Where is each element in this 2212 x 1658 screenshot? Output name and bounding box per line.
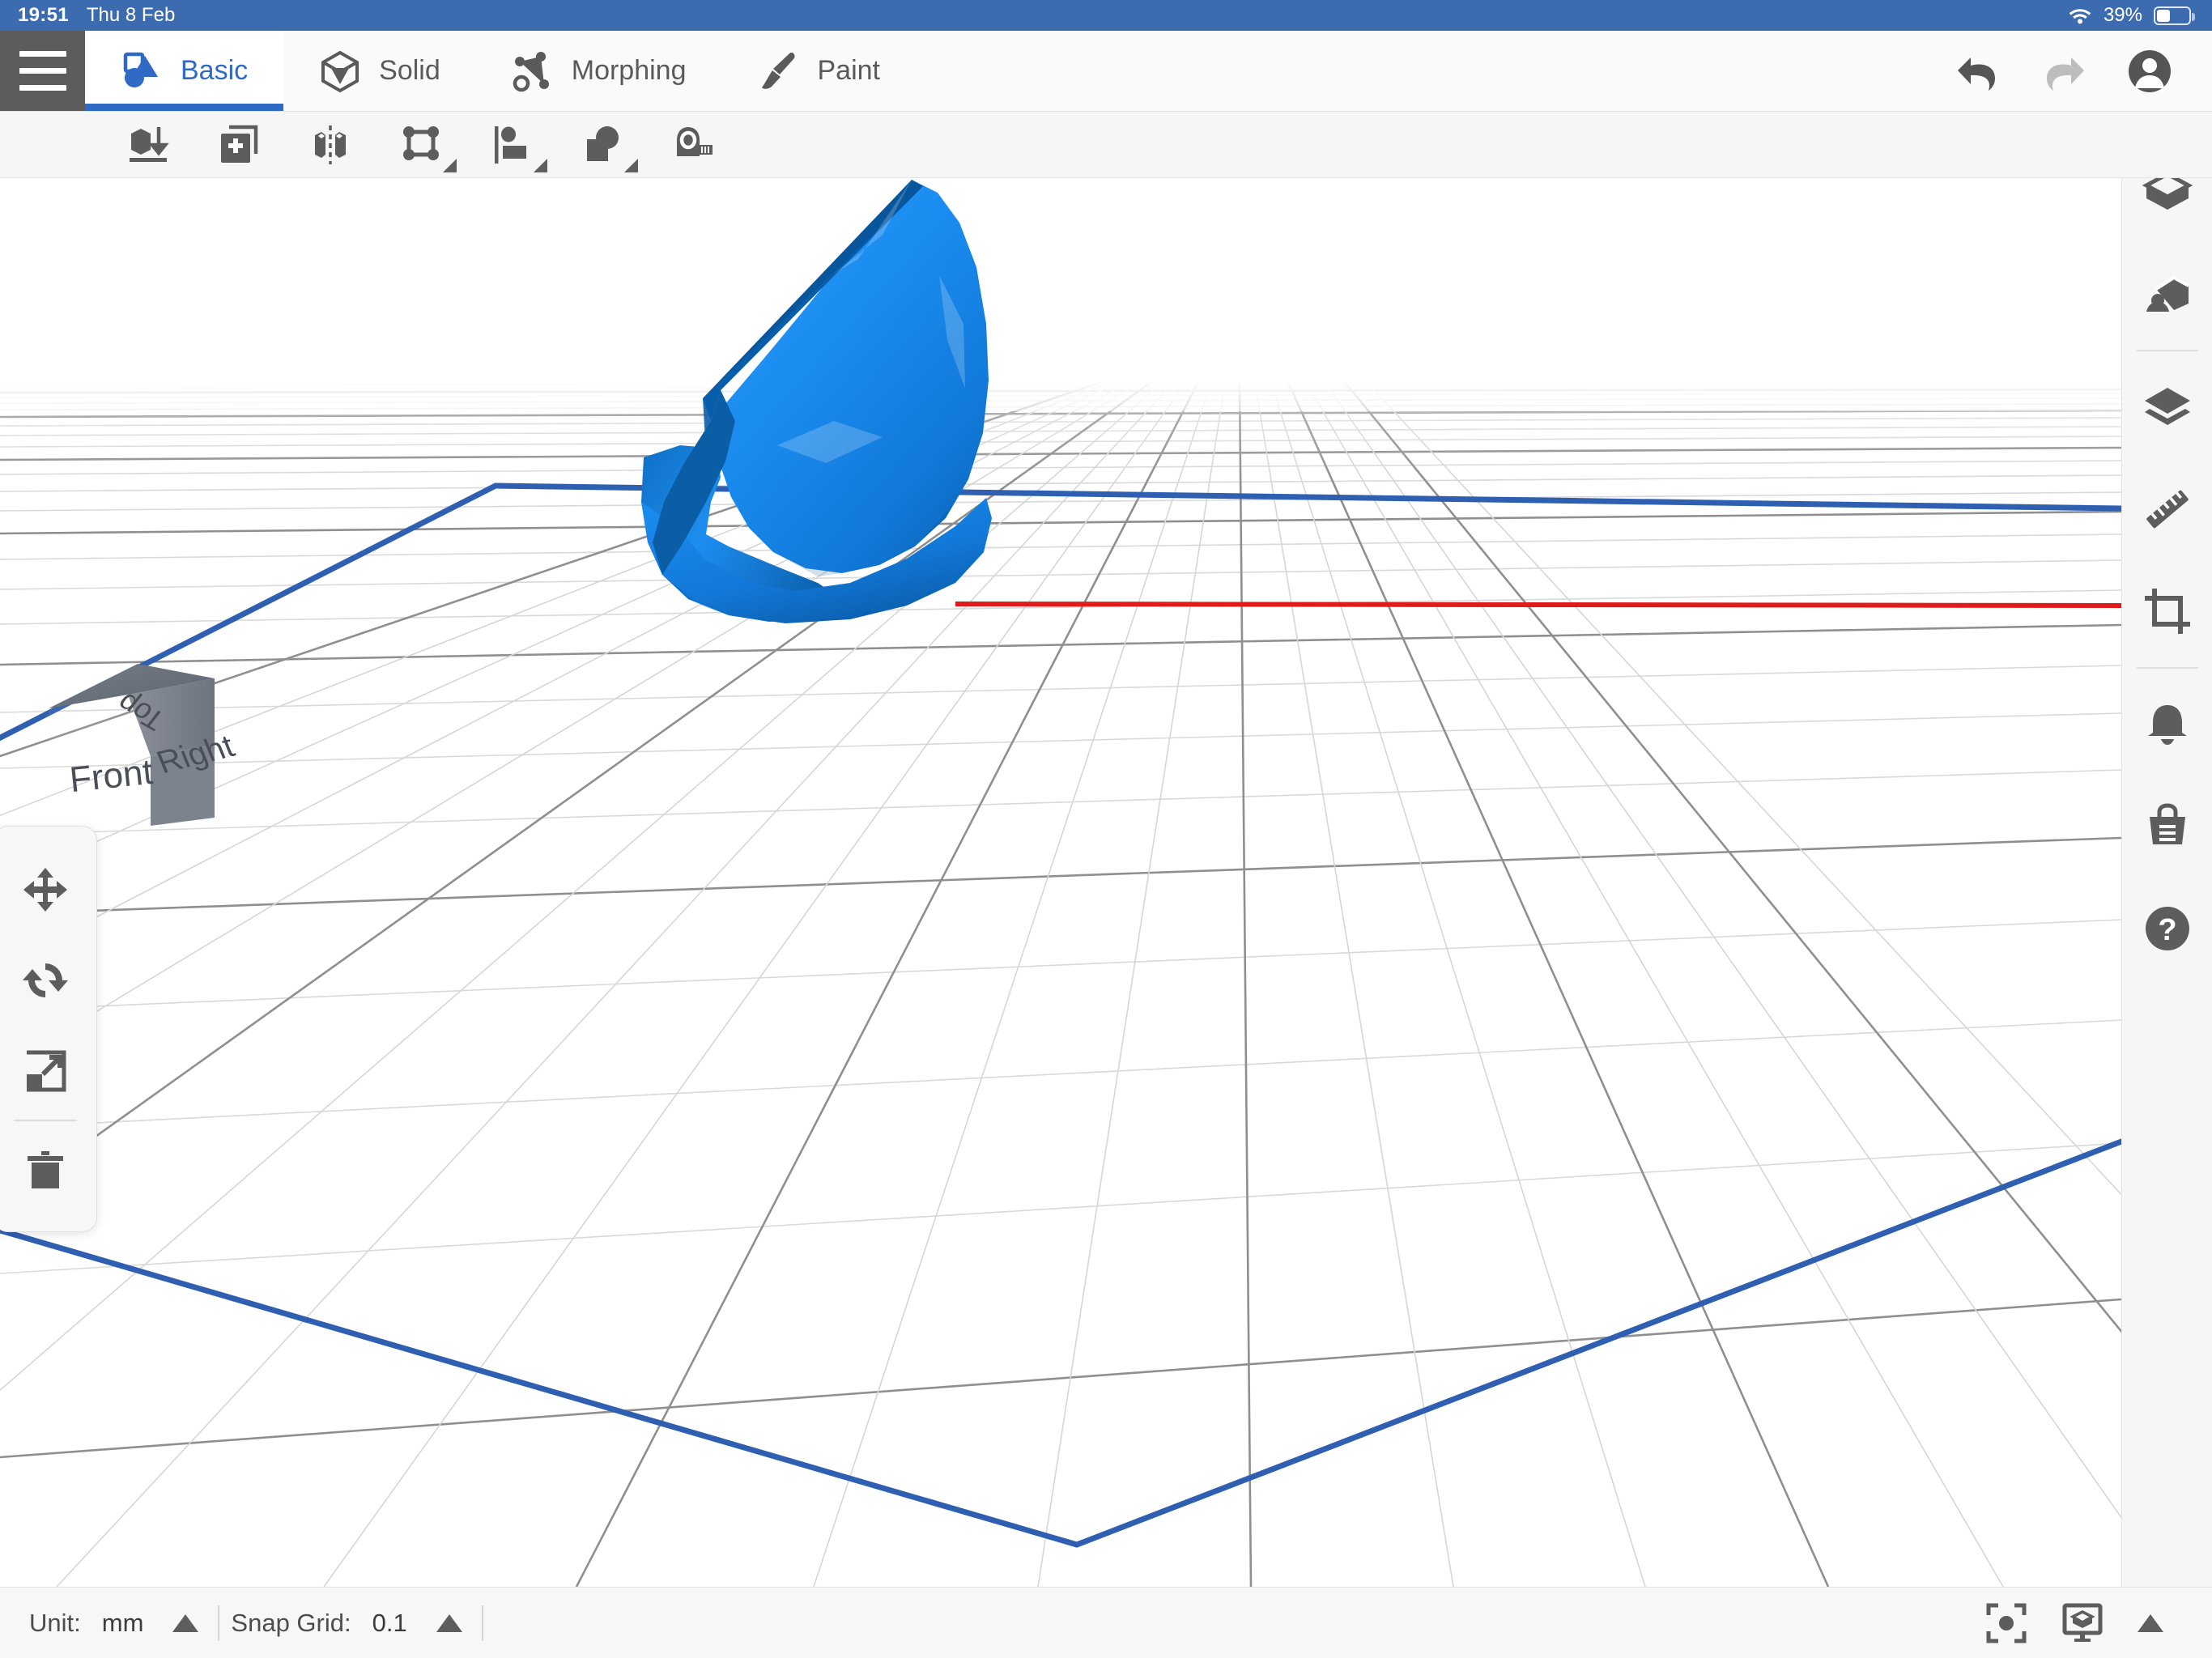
- status-bar-time: 19:51: [18, 4, 69, 26]
- scale-icon: [22, 1048, 69, 1095]
- measure-tape-icon: [669, 121, 717, 169]
- hamburger-icon-line: [19, 85, 66, 91]
- bell-icon: [2142, 699, 2193, 750]
- notifications-button[interactable]: [2122, 674, 2212, 776]
- battery-percent-label: 39%: [2103, 4, 2142, 26]
- undo-button[interactable]: [1955, 48, 2001, 95]
- scene-button[interactable]: [2122, 243, 2212, 345]
- tab-paint[interactable]: Paint: [721, 31, 916, 111]
- align-button[interactable]: [466, 113, 557, 177]
- chevron-menu-icon[interactable]: [624, 158, 638, 172]
- status-bar-right: 39%: [2068, 4, 2212, 27]
- redo-button[interactable]: [2040, 48, 2087, 95]
- rotate-icon: [22, 957, 69, 1004]
- boolean-button[interactable]: [557, 113, 648, 177]
- layers-button[interactable]: [2122, 356, 2212, 458]
- add-object-button[interactable]: [194, 113, 285, 177]
- transform-button[interactable]: [376, 113, 466, 177]
- hamburger-menu-button[interactable]: [0, 31, 85, 111]
- rail-divider: [2136, 667, 2198, 669]
- help-question-icon: ?: [2142, 903, 2193, 954]
- footer-divider: [481, 1605, 483, 1641]
- mirror-icon: [306, 121, 355, 169]
- mode-tabs: Basic Solid Morphing Paint: [85, 31, 916, 111]
- view-cube-front-label[interactable]: Front: [68, 752, 155, 801]
- snap-grid-control: Snap Grid: 0.1: [231, 1609, 470, 1638]
- expand-panel-button[interactable]: [2138, 1613, 2163, 1632]
- scale-tool[interactable]: [3, 1026, 87, 1116]
- crop-icon: [2142, 585, 2193, 637]
- tab-morphing-label: Morphing: [571, 55, 687, 86]
- ios-status-bar: 19:51 Thu 8 Feb 39%: [0, 0, 2212, 31]
- mirror-button[interactable]: [285, 113, 376, 177]
- unit-value[interactable]: mm: [102, 1609, 144, 1638]
- transform-box-icon: [397, 121, 445, 169]
- tool-divider: [14, 1120, 77, 1121]
- top-navigation-bar: Basic Solid Morphing Paint: [0, 31, 2212, 112]
- trash-icon: [22, 1146, 69, 1193]
- status-bar-date: Thu 8 Feb: [86, 4, 176, 26]
- help-button[interactable]: ?: [2122, 878, 2212, 980]
- tab-paint-label: Paint: [817, 55, 881, 86]
- shape-toolbar: [0, 112, 2212, 178]
- paint-brush-icon: [758, 50, 800, 92]
- hamburger-icon-line: [19, 68, 66, 74]
- crop-button[interactable]: [2122, 560, 2212, 662]
- tab-basic[interactable]: Basic: [85, 31, 284, 111]
- footer-view-buttons: [1985, 1602, 2212, 1644]
- rotate-tool[interactable]: [3, 935, 87, 1026]
- snap-grid-value[interactable]: 0.1: [372, 1609, 407, 1638]
- status-bar-left: 19:51 Thu 8 Feb: [0, 4, 175, 27]
- unit-label: Unit:: [29, 1608, 81, 1637]
- 3d-viewport[interactable]: Top Right Front: [0, 178, 2121, 1587]
- ruler-button[interactable]: [2122, 458, 2212, 560]
- hamburger-icon-line: [19, 51, 66, 57]
- snap-grid-label: Snap Grid:: [231, 1608, 351, 1637]
- unit-control: Unit: mm: [0, 1609, 206, 1638]
- wifi-icon: [2068, 6, 2092, 25]
- chevron-menu-icon[interactable]: [534, 158, 547, 172]
- object-tools-palette: [0, 826, 97, 1232]
- account-button[interactable]: [2126, 48, 2173, 95]
- scene-perspective-icon: [2142, 268, 2193, 320]
- svg-text:?: ?: [2158, 913, 2176, 947]
- move-arrows-icon: [22, 866, 69, 913]
- status-footer-bar: Unit: mm Snap Grid: 0.1: [0, 1587, 2212, 1658]
- x-axis-line: [955, 602, 2121, 608]
- align-icon: [487, 121, 536, 169]
- viewport-scene[interactable]: [0, 178, 2121, 1587]
- rail-divider: [2136, 350, 2198, 351]
- ground-grid: [0, 382, 2121, 1587]
- unit-caret-up-icon[interactable]: [172, 1613, 199, 1632]
- delete-tool[interactable]: [3, 1124, 87, 1215]
- center-view-button[interactable]: [1985, 1602, 2027, 1644]
- ruler-icon: [2142, 483, 2193, 535]
- battery-icon: [2154, 6, 2195, 25]
- top-action-buttons: [1955, 31, 2212, 111]
- move-tool[interactable]: [3, 844, 87, 935]
- tab-morphing[interactable]: Morphing: [475, 31, 722, 111]
- drop-to-floor-icon: [125, 121, 173, 169]
- shopping-bag-icon: [2142, 801, 2193, 852]
- measure-button[interactable]: [648, 113, 738, 177]
- add-object-icon: [215, 121, 264, 169]
- snap-grid-caret-up-icon[interactable]: [436, 1613, 462, 1632]
- chevron-menu-icon[interactable]: [443, 158, 457, 172]
- store-button[interactable]: [2122, 776, 2212, 878]
- basic-shapes-icon: [121, 50, 163, 92]
- boolean-combine-icon: [578, 121, 627, 169]
- solid-cube-icon: [319, 50, 361, 92]
- tab-solid[interactable]: Solid: [283, 31, 476, 111]
- drop-to-floor-button[interactable]: [104, 113, 194, 177]
- morphing-icon: [512, 50, 554, 92]
- display-mode-button[interactable]: [2061, 1602, 2104, 1644]
- footer-divider: [218, 1605, 220, 1641]
- right-sidebar: ?: [2121, 112, 2212, 1658]
- tab-solid-label: Solid: [379, 55, 440, 86]
- tab-basic-label: Basic: [181, 55, 249, 86]
- layers-icon: [2142, 381, 2193, 433]
